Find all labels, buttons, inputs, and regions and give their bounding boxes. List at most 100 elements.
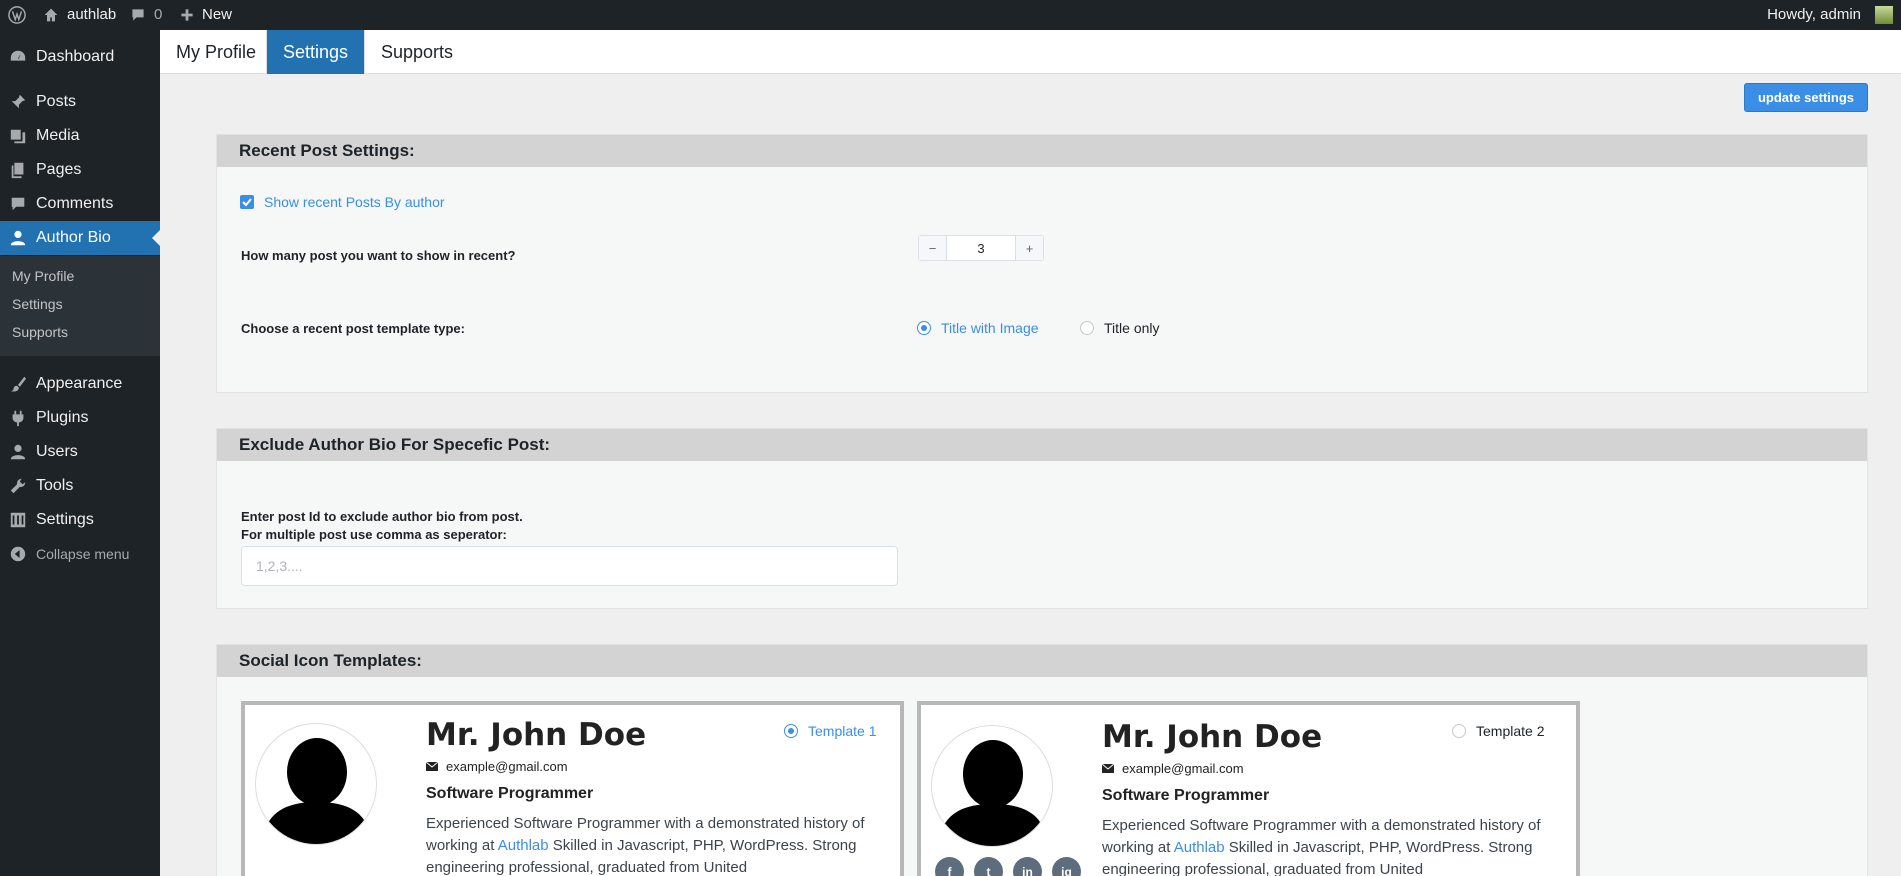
increment-button[interactable]: +: [1016, 236, 1043, 260]
author-role: Software Programmer: [426, 785, 594, 802]
home-icon: [44, 8, 58, 22]
show-recent-posts-checkbox[interactable]: Show recent Posts By author: [240, 194, 445, 210]
tab-supports[interactable]: Supports: [365, 30, 469, 74]
submenu-item-settings[interactable]: Settings: [12, 296, 63, 312]
sidebar-item-label: Plugins: [36, 409, 89, 426]
sidebar-item-plugins[interactable]: Plugins: [0, 401, 160, 435]
sidebar-item-appearance[interactable]: Appearance: [0, 367, 160, 401]
exclude-help-line-1: Enter post Id to exclude author bio from…: [241, 509, 523, 524]
checkbox-checked-icon: [240, 195, 254, 209]
bio-company-link[interactable]: Authlab: [498, 837, 549, 854]
instagram-icon[interactable]: ig: [1052, 857, 1081, 876]
author-email: example@gmail.com: [426, 759, 568, 774]
panel-heading: Social Icon Templates:: [217, 645, 1867, 677]
plugin-icon: [0, 409, 36, 427]
sidebar-item-settings[interactable]: Settings: [0, 503, 160, 537]
author-name: Mr. John Doe: [426, 717, 647, 753]
post-count-input[interactable]: [946, 236, 1016, 260]
template-2-card[interactable]: f t in ig Mr. John Doe example@gmail.com…: [917, 701, 1580, 876]
site-name-link[interactable]: authlab: [43, 0, 116, 30]
bio-company-link[interactable]: Authlab: [1174, 839, 1225, 856]
template-2-radio[interactable]: Template 2: [1452, 723, 1544, 739]
sidebar-item-author-bio[interactable]: Author Bio: [0, 221, 160, 255]
linkedin-icon[interactable]: in: [1013, 857, 1042, 876]
facebook-icon[interactable]: f: [935, 857, 964, 876]
email-text: example@gmail.com: [1122, 761, 1244, 776]
user-icon: [0, 229, 36, 247]
admin-sidebar: Dashboard Posts Media Pages Comments Aut…: [0, 30, 160, 876]
avatar: [255, 723, 377, 845]
collapse-menu-label: Collapse menu: [36, 546, 130, 562]
pin-icon: [0, 93, 36, 111]
sidebar-item-label: Pages: [36, 161, 82, 178]
howdy-text: Howdy, admin: [1767, 6, 1861, 23]
submenu-item-supports[interactable]: Supports: [12, 324, 68, 340]
media-icon: [0, 127, 36, 145]
sidebar-item-dashboard[interactable]: Dashboard: [0, 40, 160, 74]
panel-heading: Recent Post Settings:: [217, 135, 1867, 167]
exclude-help-line-2: For multiple post use comma as seperator…: [241, 527, 507, 542]
sidebar-item-label: Comments: [36, 195, 114, 212]
exclude-author-bio-panel: Exclude Author Bio For Specefic Post: En…: [216, 428, 1868, 609]
author-name: Mr. John Doe: [1102, 719, 1323, 755]
tab-settings[interactable]: Settings: [267, 30, 365, 74]
sidebar-item-label: Posts: [36, 93, 77, 110]
envelope-icon: [426, 762, 438, 771]
email-text: example@gmail.com: [446, 759, 568, 774]
sidebar-item-label: Media: [36, 127, 80, 144]
settings-tab-bar: My Profile Settings Supports: [160, 30, 1901, 74]
comments-count: 0: [154, 6, 163, 23]
sidebar-item-label: Users: [36, 443, 78, 460]
author-bio-text: Experienced Software Programmer with a d…: [1102, 815, 1552, 876]
plus-icon: [181, 9, 193, 21]
author-role: Software Programmer: [1102, 787, 1270, 804]
social-icons-row: f t in ig: [935, 857, 1081, 876]
site-name: authlab: [67, 6, 117, 23]
template-label: Template 2: [1476, 723, 1545, 739]
wordpress-logo-icon[interactable]: [8, 0, 26, 30]
submenu-item-my-profile[interactable]: My Profile: [12, 268, 74, 284]
sidebar-item-media[interactable]: Media: [0, 119, 160, 153]
template-1-card[interactable]: Mr. John Doe example@gmail.com Software …: [241, 701, 904, 876]
sidebar-item-users[interactable]: Users: [0, 435, 160, 469]
checkbox-label: Show recent Posts By author: [264, 194, 445, 210]
new-label: New: [202, 6, 233, 23]
comment-icon: [0, 195, 36, 213]
collapse-menu-button[interactable]: Collapse menu: [0, 537, 160, 571]
template-1-radio[interactable]: Template 1: [784, 723, 876, 739]
sidebar-item-comments[interactable]: Comments: [0, 187, 160, 221]
author-bio-text: Experienced Software Programmer with a d…: [426, 813, 876, 876]
comments-link[interactable]: 0: [130, 0, 162, 30]
account-menu[interactable]: Howdy, admin: [1767, 0, 1893, 30]
radio-title-with-image[interactable]: Title with Image: [917, 320, 1039, 336]
twitter-icon[interactable]: t: [974, 857, 1003, 876]
wrench-icon: [0, 477, 36, 495]
template-label: Template 1: [808, 723, 877, 739]
tab-my-profile[interactable]: My Profile: [160, 30, 272, 74]
post-count-stepper: − +: [918, 235, 1044, 261]
radio-unselected-icon: [1452, 724, 1466, 738]
sidebar-item-label: Tools: [36, 477, 74, 494]
sidebar-item-pages[interactable]: Pages: [0, 153, 160, 187]
update-settings-button[interactable]: update settings: [1744, 83, 1868, 112]
radio-title-only[interactable]: Title only: [1080, 320, 1160, 336]
new-content-link[interactable]: New: [180, 0, 232, 30]
sidebar-item-posts[interactable]: Posts: [0, 85, 160, 119]
decrement-button[interactable]: −: [919, 236, 946, 260]
sidebar-item-tools[interactable]: Tools: [0, 469, 160, 503]
sidebar-item-label: Appearance: [36, 375, 123, 392]
users-icon: [0, 443, 36, 461]
brush-icon: [0, 375, 36, 393]
radio-selected-icon: [917, 321, 931, 335]
admin-bar: authlab 0 New Howdy, admin: [0, 0, 1901, 30]
radio-unselected-icon: [1080, 321, 1094, 335]
exclude-post-ids-input[interactable]: [241, 546, 898, 586]
sidebar-item-label: Dashboard: [36, 48, 115, 65]
radio-selected-icon: [784, 724, 798, 738]
collapse-arrow-icon: [0, 546, 36, 562]
radio-label: Title with Image: [941, 320, 1039, 336]
settings-icon: [0, 511, 36, 529]
dashboard-icon: [0, 48, 36, 66]
post-count-label: How many post you want to show in recent…: [241, 248, 516, 263]
envelope-icon: [1102, 764, 1114, 773]
